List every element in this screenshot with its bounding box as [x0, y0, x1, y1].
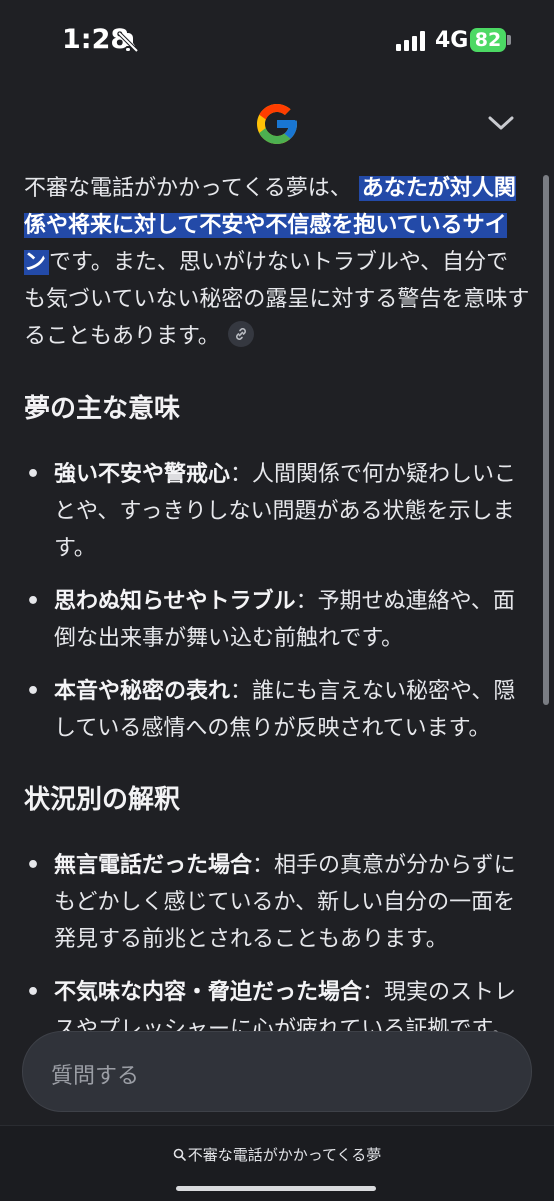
- intro-text-2: です。また、思いがけないトラブルや、自分でも気づいていない秘密の露呈に対する警告…: [24, 250, 530, 349]
- ask-input[interactable]: 質問する: [22, 1031, 532, 1112]
- section-title-meaning: 夢の主な意味: [24, 394, 181, 424]
- item-bold: 不気味な内容・脅迫だった場合: [54, 980, 363, 1005]
- list-item: • 無言電話だった場合：相手の真意が分からずにもどかしく感じているか、新しい自分の…: [26, 853, 516, 952]
- network-type: 4G: [435, 28, 469, 53]
- item-bold: 無言電話だった場合: [54, 853, 253, 878]
- list-item: • 強い不安や警戒心：人間関係で何か疑わしいことや、すっきりしない問題がある状態を…: [26, 462, 517, 561]
- item-bold: 思わぬ知らせやトラブル: [54, 589, 296, 614]
- battery-cap: [507, 35, 511, 45]
- bell-off-icon: [117, 31, 139, 53]
- answer-intro: 不審な電話がかかってくる夢は、 あなたが対人関係や将来に対して不安や不信感を抱い…: [24, 170, 530, 355]
- list-item: • 思わぬ知らせやトラブル：予期せぬ連絡や、面倒な出来事が舞い込む前触れです。: [26, 589, 515, 651]
- chevron-down-icon[interactable]: [487, 112, 515, 134]
- list-item: • 本音や秘密の表れ：誰にも言えない秘密や、隠している感情への焦りが反映されていま…: [26, 679, 516, 741]
- battery-indicator: 82: [470, 28, 506, 52]
- item-bold: 本音や秘密の表れ: [54, 679, 231, 704]
- search-query-text: 不審な電話がかかってくる夢: [187, 1146, 382, 1164]
- google-g-logo: [257, 104, 297, 144]
- ai-answer: 不審な電話がかかってくる夢は、 あなたが対人関係や将来に対して不安や不信感を抱い…: [24, 170, 530, 1085]
- status-bar: 1:28 4G 82: [0, 0, 554, 84]
- meaning-list: • 強い不安や警戒心：人間関係で何か疑わしいことや、すっきりしない問題がある状態を…: [24, 456, 530, 747]
- item-bold: 強い不安や警戒心: [54, 462, 231, 487]
- home-indicator[interactable]: [176, 1186, 376, 1191]
- search-query-pill[interactable]: 不審な電話がかかってくる夢: [0, 1144, 554, 1165]
- bottom-bar: 不審な電話がかかってくる夢: [0, 1125, 554, 1201]
- ask-placeholder: 質問する: [51, 1064, 140, 1089]
- ai-overview-header: [0, 92, 554, 158]
- source-link-icon[interactable]: [227, 321, 254, 347]
- intro-text: 不審な電話がかかってくる夢は、: [24, 176, 352, 201]
- search-icon: [173, 1148, 186, 1161]
- section-title-situations: 状況別の解釈: [24, 785, 181, 815]
- signal-icon: [396, 31, 425, 51]
- scrollbar[interactable]: [543, 175, 549, 705]
